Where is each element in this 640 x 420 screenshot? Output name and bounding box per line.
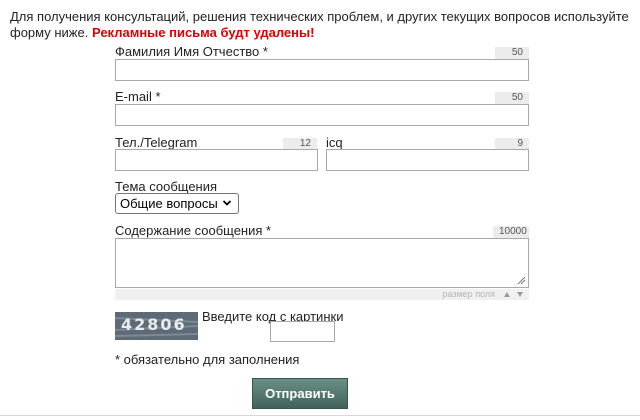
subject-selected: Общие вопросы [120,196,218,211]
message-label: Содержание сообщения * [115,223,272,238]
resize-bar: размер поля [115,289,529,300]
resize-grip-icon[interactable] [516,275,526,285]
fio-input[interactable] [115,59,529,81]
submit-button[interactable]: Отправить [252,378,348,409]
icq-input[interactable] [326,149,529,171]
required-note: * обязательно для заполнения [115,352,300,367]
message-textarea[interactable] [115,238,529,288]
email-label: E-mail * [115,89,161,104]
ad-warning: Рекламные письма будт удалены! [91,25,315,40]
fio-counter: 50 [495,47,529,59]
expand-up-icon[interactable] [503,291,511,298]
bottom-divider [0,415,640,416]
email-input[interactable] [115,104,529,126]
intro-text: Для получения консультаций, решения техн… [10,9,630,41]
subject-select[interactable]: Общие вопросы [115,193,239,214]
chevron-down-icon [222,200,232,206]
captcha-image: 42806 [115,312,198,340]
message-counter: 10000 [493,226,529,238]
fio-label: Фамилия Имя Отчество * [115,44,268,59]
resize-label: размер поля [442,289,495,299]
captcha-input[interactable] [270,321,335,342]
captcha-code: 42806 [121,315,187,334]
email-counter: 50 [495,92,529,104]
expand-down-icon[interactable] [516,291,524,298]
phone-input[interactable] [115,149,318,171]
